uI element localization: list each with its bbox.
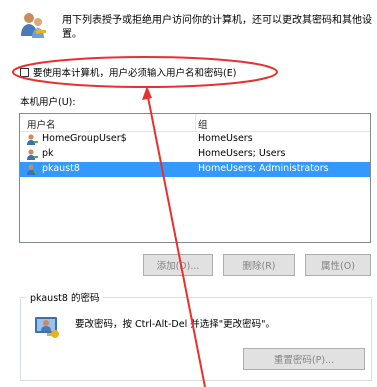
checkbox-box[interactable] [20,67,29,77]
require-password-checkbox[interactable]: 要使用本计算机，用户必须输入用户名和密码(E) [20,65,236,79]
users-keys-icon [21,13,46,38]
column-header-username[interactable]: 用户名 [27,117,56,131]
table-row[interactable]: HomeGroupUser$ HomeUsers [20,132,370,147]
add-user-button[interactable]: 添加(D)... [143,254,213,276]
user-icon [27,134,38,145]
cell-username: HomeGroupUser$ [42,133,127,144]
intro-text: 用下列表授予或拒绝用户访问你的计算机，还可以更改其密码和其他设置。 [62,15,372,40]
require-password-label: 要使用本计算机，用户必须输入用户名和密码(E) [33,68,237,79]
cell-group: HomeUsers [198,133,253,144]
column-header-group[interactable]: 组 [198,117,208,131]
user-icon [27,164,38,175]
cell-username: pkaust8 [42,163,80,174]
cell-username: pk [42,148,54,159]
remove-user-button[interactable]: 删除(R) [223,254,295,276]
table-row[interactable]: pk HomeUsers; Users [20,147,370,162]
table-row[interactable]: pkaust8 HomeUsers; Administrators [20,162,370,177]
cell-group: HomeUsers; Administrators [198,163,329,174]
properties-button[interactable]: 属性(O) [305,254,371,276]
password-hint: 要改密码，按 Ctrl-Alt-Del 并选择"更改密码"。 [75,319,275,330]
reset-password-button[interactable]: 重置密码(P)... [243,348,365,370]
password-key-icon [35,317,59,338]
password-group-title: pkaust8 的密码 [26,290,104,304]
user-icon [27,149,38,160]
list-header: 用户名 组 [20,114,370,132]
cell-group: HomeUsers; Users [198,148,286,159]
users-list-label: 本机用户(U): [20,97,76,108]
users-list[interactable]: 用户名 组 HomeGroupUser$ HomeUsers pk HomeUsers… [19,113,371,243]
annotation-arrow-head [142,86,152,100]
